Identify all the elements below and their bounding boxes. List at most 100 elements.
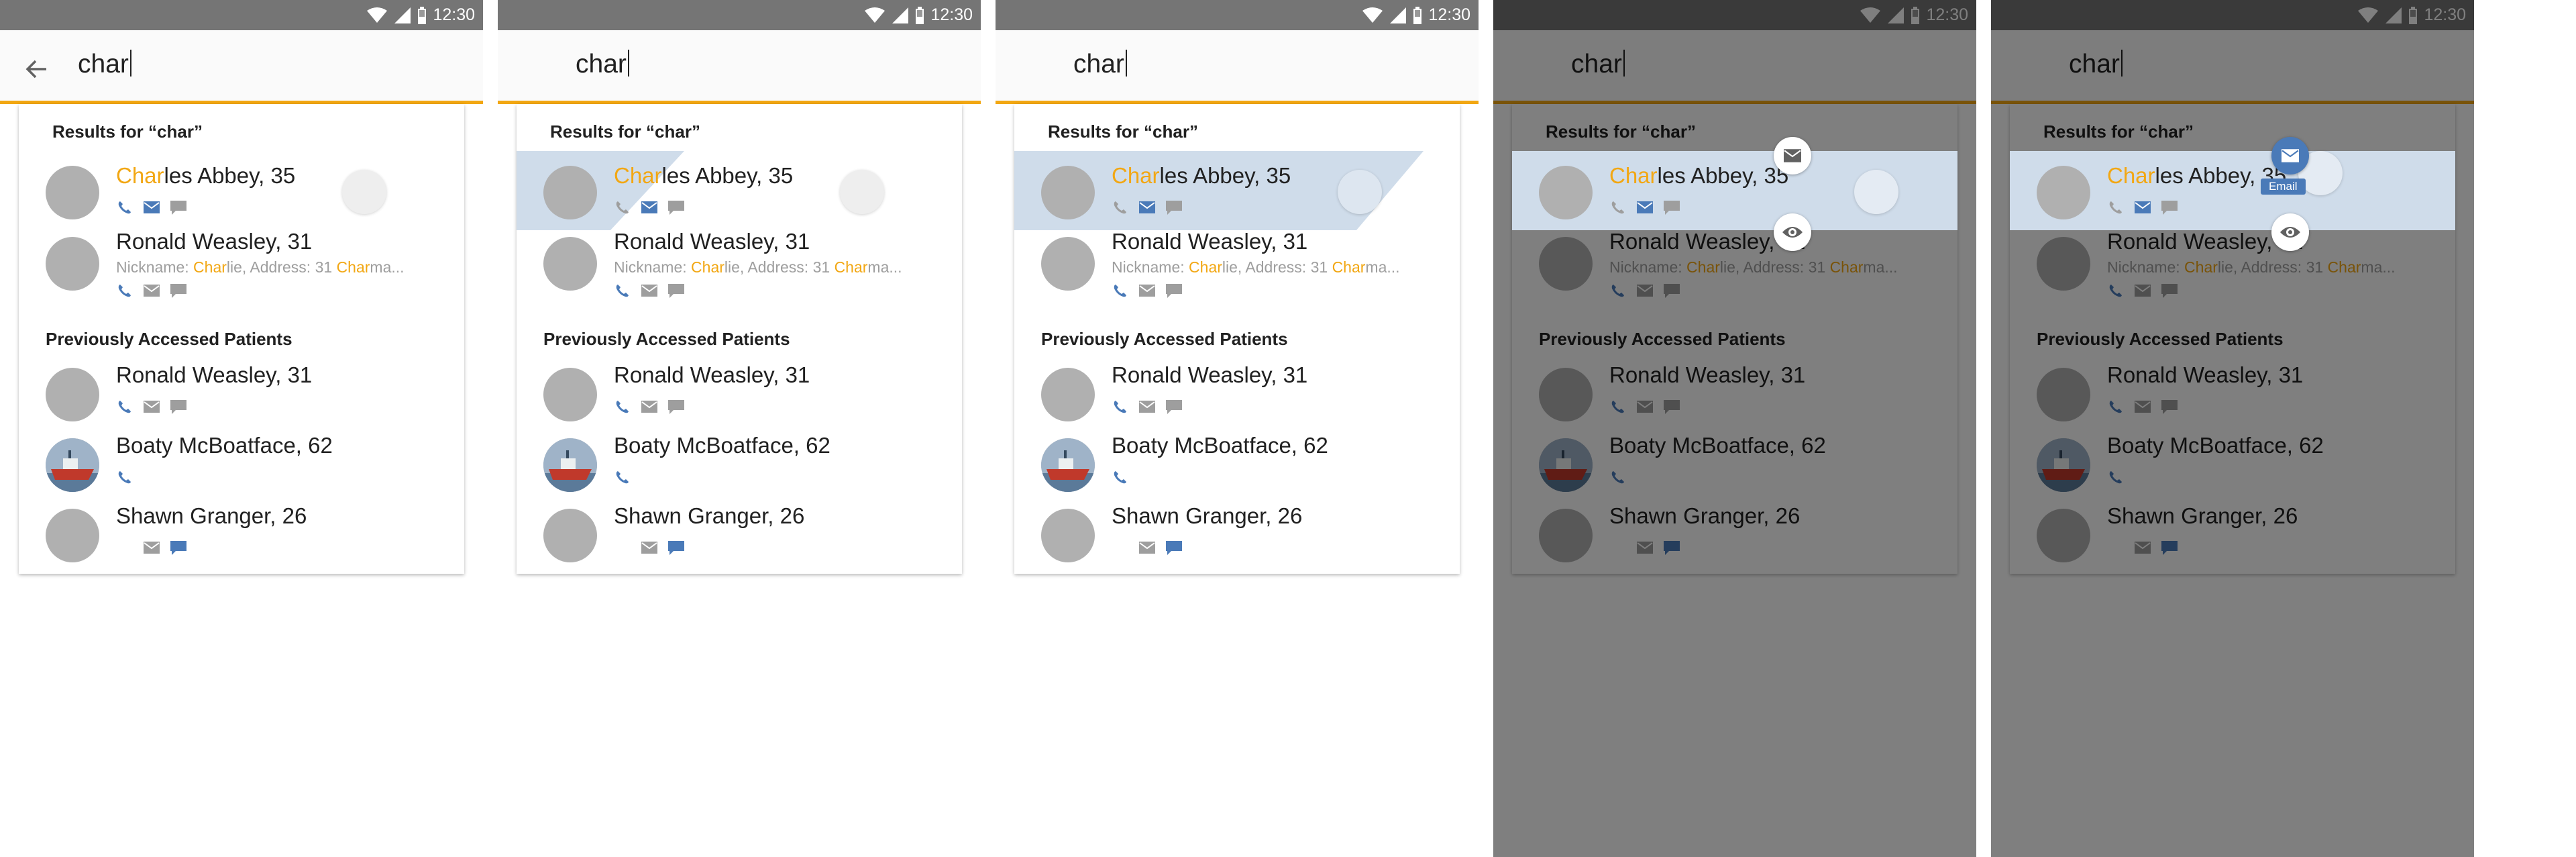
phone-icon[interactable]: [1112, 399, 1129, 415]
phone-icon[interactable]: [116, 399, 133, 415]
view-eye-icon: [2280, 227, 2300, 238]
back-button[interactable]: [19, 52, 54, 87]
email-icon[interactable]: [143, 399, 160, 415]
phone-icon[interactable]: [116, 469, 133, 485]
search-query: char: [78, 50, 129, 79]
search-input[interactable]: char: [78, 46, 131, 83]
result-row-charles[interactable]: Charles Abbey, 35: [19, 151, 464, 225]
result-row-charles[interactable]: Charles Abbey, 35: [1014, 151, 1460, 230]
previous-row-boaty[interactable]: Boaty McBoatface, 62: [1014, 433, 1460, 507]
message-icon[interactable]: [170, 399, 187, 415]
email-icon[interactable]: [1636, 199, 1654, 215]
phone-icon[interactable]: [614, 469, 631, 485]
email-icon[interactable]: [1138, 399, 1156, 415]
message-icon[interactable]: [667, 199, 685, 215]
view-action-button[interactable]: [2271, 213, 2309, 251]
message-icon[interactable]: [667, 540, 685, 556]
touch-indicator: [342, 170, 386, 214]
email-icon: [1784, 149, 1801, 162]
email-icon[interactable]: [2134, 199, 2151, 215]
result-row-ronald[interactable]: Ronald Weasley, 31 Nickname: Charlie, Ad…: [1014, 229, 1460, 304]
email-icon[interactable]: [1138, 199, 1156, 215]
selected-row-charles[interactable]: Charles Abbey, 35: [1512, 151, 1957, 230]
previous-row-boaty[interactable]: Boaty McBoatface, 62: [517, 433, 962, 507]
results-card: Results for “char” Charles Abbey, 35 Ron…: [517, 104, 962, 574]
scrim-overlay[interactable]: [1493, 0, 1976, 857]
message-icon[interactable]: [2161, 199, 2178, 215]
phone-icon[interactable]: [614, 199, 631, 215]
patient-detail: Nickname: Charlie, Address: 31 Charma...: [614, 258, 902, 276]
touch-indicator: [1854, 170, 1898, 214]
contact-icons: [116, 198, 187, 217]
phone-icon[interactable]: [1609, 199, 1627, 215]
email-icon[interactable]: [143, 283, 160, 299]
previous-row-ronald[interactable]: Ronald Weasley, 31: [1014, 362, 1460, 436]
search-input[interactable]: char: [576, 46, 629, 83]
contact-icons: [1138, 538, 1183, 557]
previous-row-shawn[interactable]: Shawn Granger, 26: [517, 503, 962, 577]
email-icon[interactable]: [143, 540, 160, 556]
message-icon[interactable]: [170, 540, 187, 556]
phone-icon[interactable]: [1112, 469, 1129, 485]
email-icon[interactable]: [641, 540, 658, 556]
screen-4: 12:30 char Results for “char” Ronald Wea…: [1493, 0, 1976, 857]
view-eye-icon: [1782, 227, 1803, 238]
previous-row-shawn[interactable]: Shawn Granger, 26: [19, 503, 464, 577]
email-action-button[interactable]: [1774, 137, 1811, 174]
phone-icon[interactable]: [1112, 283, 1129, 299]
phone-icon[interactable]: [1112, 199, 1129, 215]
patient-name: Boaty McBoatface, 62: [614, 433, 830, 458]
result-row-charles[interactable]: Charles Abbey, 35: [517, 151, 962, 230]
previous-row-ronald[interactable]: Ronald Weasley, 31: [517, 362, 962, 436]
battery-icon: [916, 6, 924, 24]
avatar: [46, 166, 99, 219]
avatar: [1041, 509, 1095, 562]
contact-icons: [116, 281, 187, 300]
phone-icon[interactable]: [614, 399, 631, 415]
status-time: 12:30: [433, 5, 475, 24]
message-icon[interactable]: [667, 283, 685, 299]
message-icon[interactable]: [1165, 283, 1183, 299]
message-icon[interactable]: [170, 199, 187, 215]
email-icon[interactable]: [1138, 283, 1156, 299]
email-icon[interactable]: [641, 199, 658, 215]
previous-row-boaty[interactable]: Boaty McBoatface, 62: [19, 433, 464, 507]
result-row-ronald[interactable]: Ronald Weasley, 31 Nickname: Charlie, Ad…: [517, 229, 962, 304]
contact-icons: [614, 397, 685, 416]
scrim-overlay[interactable]: [1991, 0, 2474, 857]
email-icon[interactable]: [641, 283, 658, 299]
previous-row-shawn[interactable]: Shawn Granger, 26: [1014, 503, 1460, 577]
wifi-icon: [865, 7, 885, 23]
email-icon[interactable]: [641, 399, 658, 415]
wifi-icon: [1362, 7, 1383, 23]
phone-icon[interactable]: [614, 283, 631, 299]
phone-icon[interactable]: [2107, 199, 2125, 215]
message-icon[interactable]: [1165, 399, 1183, 415]
patient-name: Charles Abbey, 35: [614, 163, 794, 188]
search-input[interactable]: char: [1073, 46, 1127, 83]
phone-icon[interactable]: [116, 199, 133, 215]
message-icon[interactable]: [1663, 199, 1680, 215]
selected-row-charles[interactable]: Charles Abbey, 35: [2010, 151, 2455, 230]
previous-row-ronald[interactable]: Ronald Weasley, 31: [19, 362, 464, 436]
result-row-ronald[interactable]: Ronald Weasley, 31 Nickname: Charlie, Ad…: [19, 229, 464, 304]
email-action-button[interactable]: [2271, 137, 2309, 174]
search-bar: [498, 30, 981, 102]
contact-icons: [1112, 198, 1183, 217]
contact-icons: [614, 468, 631, 487]
phone-icon[interactable]: [116, 283, 133, 299]
message-icon[interactable]: [667, 399, 685, 415]
contact-icons: [116, 468, 133, 487]
email-icon[interactable]: [143, 199, 160, 215]
message-icon[interactable]: [1165, 540, 1183, 556]
avatar: [1041, 166, 1095, 219]
message-icon[interactable]: [170, 283, 187, 299]
status-bar: 12:30: [0, 0, 483, 30]
screen-3: 12:30 char Results for “char” Charles Ab…: [996, 0, 1479, 857]
message-icon[interactable]: [1165, 199, 1183, 215]
contact-icons: [116, 397, 187, 416]
screen-5: 12:30 char Results for “char” Ronald Wea…: [1991, 0, 2474, 857]
view-action-button[interactable]: [1774, 213, 1811, 251]
email-icon[interactable]: [1138, 540, 1156, 556]
patient-name: Ronald Weasley, 31: [614, 229, 810, 254]
